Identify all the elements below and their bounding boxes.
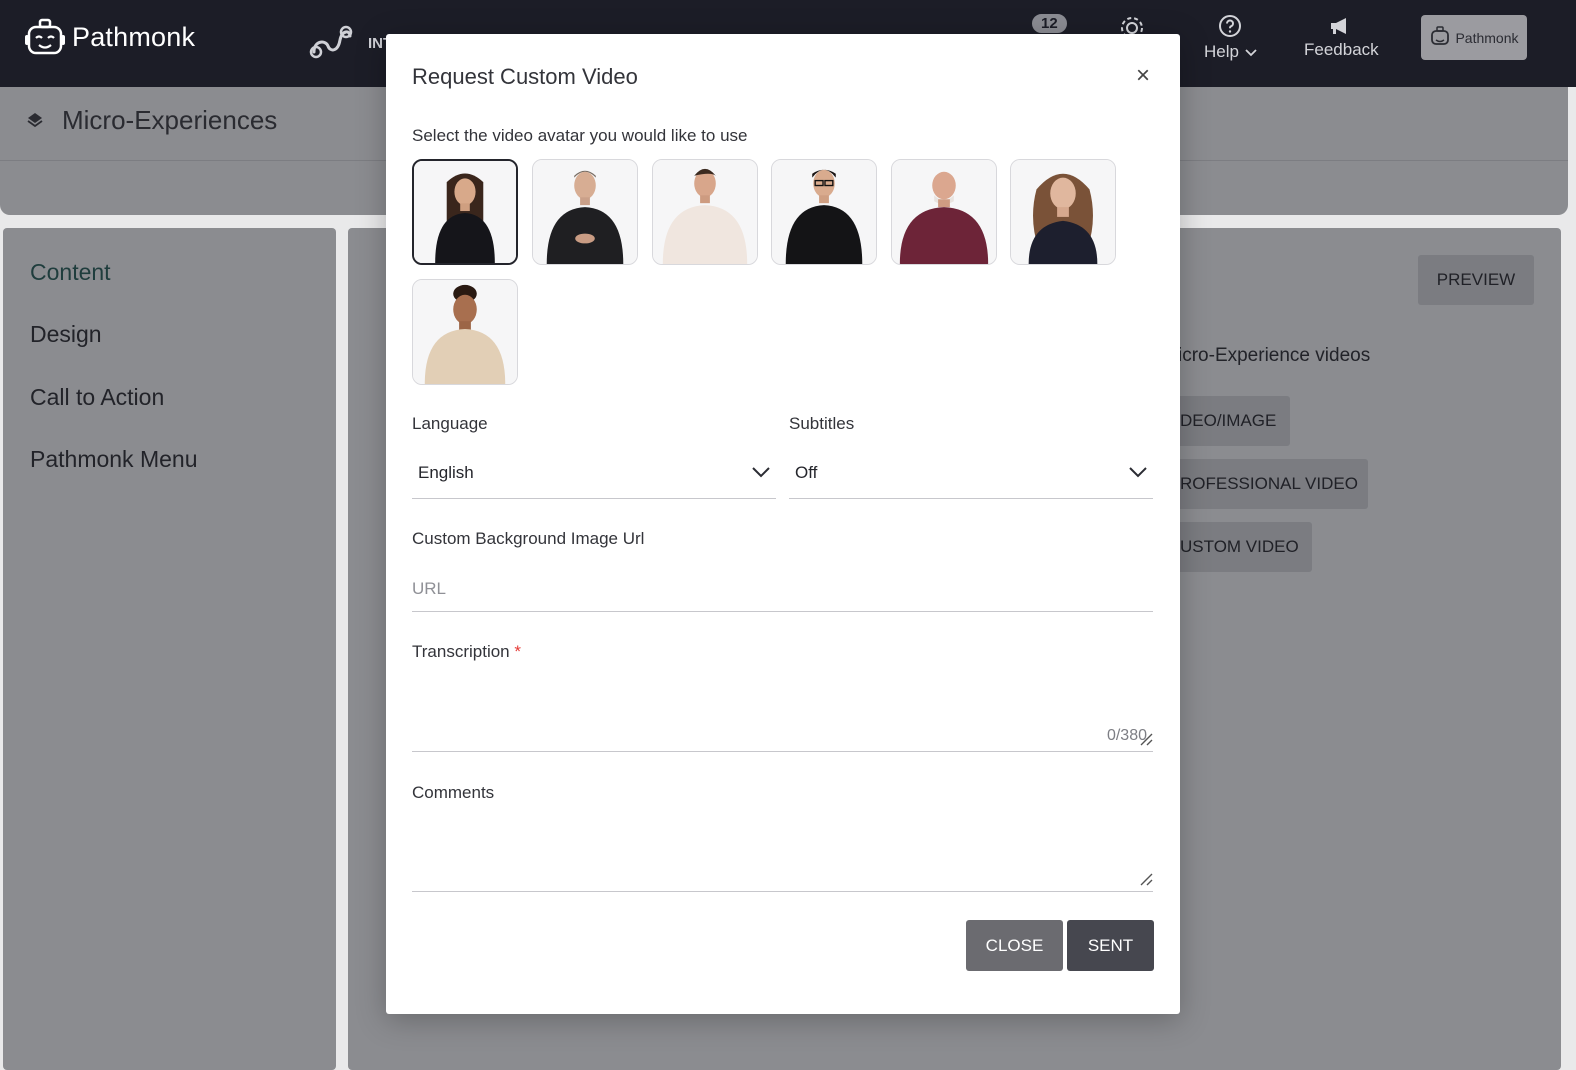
transcription-label-text: Transcription xyxy=(412,642,510,661)
transcription-textarea[interactable]: 0/380 xyxy=(412,672,1153,752)
resize-handle-icon[interactable] xyxy=(1137,870,1153,891)
avatar-option-2[interactable] xyxy=(532,159,638,265)
subtitles-select[interactable]: Off xyxy=(789,447,1153,499)
background-url-input[interactable] xyxy=(412,566,1153,611)
language-label: Language xyxy=(412,414,488,433)
comments-label: Comments xyxy=(412,783,495,802)
transcription-label: Transcription * xyxy=(412,642,521,662)
avatar-option-7[interactable] xyxy=(412,279,518,385)
background-url-label: Custom Background Image Url xyxy=(412,529,645,548)
close-button[interactable]: CLOSE xyxy=(966,920,1063,971)
subtitles-value: Off xyxy=(795,462,818,482)
subtitles-label: Subtitles xyxy=(789,414,855,433)
avatar-option-1[interactable] xyxy=(412,159,518,265)
close-icon[interactable]: × xyxy=(1136,62,1150,90)
dialog-title: Request Custom Video xyxy=(412,64,638,89)
avatar-option-5[interactable] xyxy=(891,159,997,265)
chevron-down-icon xyxy=(752,463,770,483)
comments-textarea[interactable] xyxy=(412,812,1153,892)
resize-handle-icon[interactable] xyxy=(1137,730,1153,751)
avatar-option-4[interactable] xyxy=(771,159,877,265)
language-select[interactable]: English xyxy=(412,447,776,499)
language-value: English xyxy=(418,462,474,482)
avatar-option-6[interactable] xyxy=(1010,159,1116,265)
required-marker: * xyxy=(514,642,521,661)
avatar-option-3[interactable] xyxy=(652,159,758,265)
request-custom-video-dialog: Request Custom Video × Select the video … xyxy=(386,34,1180,1014)
background-url-field[interactable] xyxy=(412,566,1153,612)
sent-button[interactable]: SENT xyxy=(1067,920,1154,971)
chevron-down-icon xyxy=(1129,463,1147,483)
avatar-prompt: Select the video avatar you would like t… xyxy=(412,126,748,145)
